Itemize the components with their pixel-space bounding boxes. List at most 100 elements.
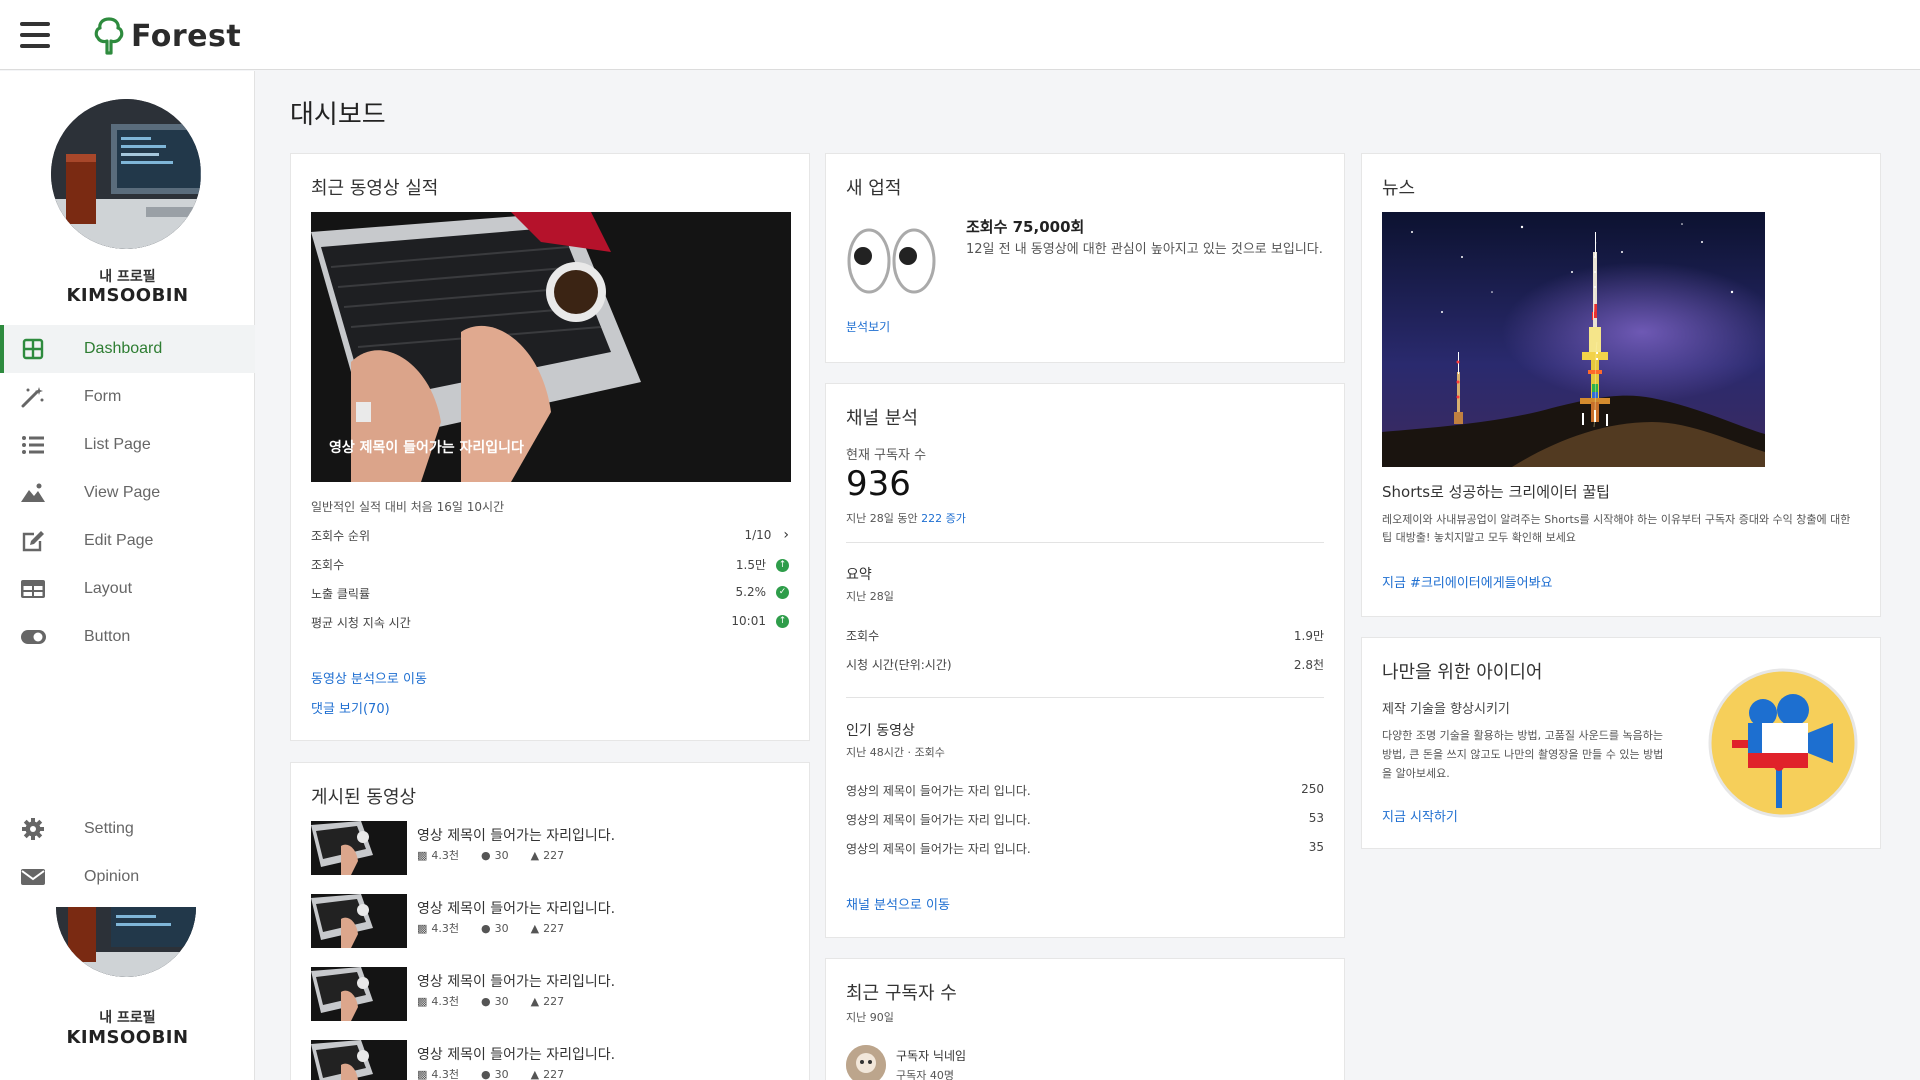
profile-name-bottom: KIMSOOBIN	[66, 1027, 189, 1048]
sidebar-item-label: Setting	[84, 820, 134, 837]
news-image[interactable]	[1382, 212, 1765, 467]
news-link[interactable]: 지금 #크리에이터에게들어봐요	[1382, 572, 1553, 591]
stat-label: 노출 클릭률	[311, 587, 371, 601]
row-label: 영상의 제목이 들어가는 자리 입니다.	[846, 784, 1031, 798]
analytics-link[interactable]: 분석보기	[846, 318, 890, 335]
views-count: 4.3천	[431, 1068, 460, 1080]
row-value: 2.8천	[1293, 658, 1324, 672]
row-label: 영상의 제목이 들어가는 자리 입니다.	[846, 842, 1031, 856]
comment-icon: ●	[481, 994, 491, 1008]
sidebar-item-label: Edit Page	[84, 532, 154, 549]
avatar[interactable]	[51, 99, 201, 249]
stat-row: 노출 클릭률 5.2% ✓	[311, 585, 789, 602]
divider	[846, 542, 1324, 543]
stat-value: 5.2%	[735, 585, 767, 599]
subscriber-name[interactable]: 구독자 닉네임	[896, 1047, 966, 1064]
sidebar-item-view-page[interactable]: View Page	[0, 469, 255, 517]
main-nav: Dashboard Form List Page View Page Edit …	[0, 325, 255, 661]
sidebar-item-list-page[interactable]: List Page	[0, 421, 255, 469]
card-title: 최근 동영상 실적	[311, 178, 439, 199]
sidebar-item-layout[interactable]: Layout	[0, 565, 255, 613]
bar-chart-icon: ▩	[417, 994, 428, 1008]
video-meta: ▩ 4.3천 ● 30 ▲ 227	[417, 1066, 564, 1080]
edit-icon	[22, 531, 44, 552]
sidebar-item-form[interactable]: Form	[0, 373, 255, 421]
stat-value: 10:01	[731, 614, 766, 628]
achievement-headline: 조회수 75,000회	[966, 218, 1085, 236]
video-thumbnail[interactable]: 영상 제목이 들어가는 자리입니다	[311, 212, 791, 482]
row-value: 250	[1301, 782, 1324, 796]
arrow-up-icon: ↑	[776, 615, 789, 628]
channel-analytics-card: 채널 분석 현재 구독자 수 936 지난 28일 동안 222 증가 요약 지…	[825, 383, 1345, 938]
stat-label: 평균 시청 지속 시간	[311, 616, 411, 630]
video-thumb	[311, 821, 407, 875]
news-card: 뉴스 Shorts로 성공하는 크리에이터 꿀팁 레오제이와 사내뷰공업이 알려…	[1361, 153, 1881, 617]
stat-row[interactable]: 조회수 순위 1/10 ›	[311, 527, 789, 544]
likes-count: 227	[543, 994, 565, 1008]
view-comments-link[interactable]: 댓글 보기(70)	[311, 698, 390, 717]
video-caption: 영상 제목이 들어가는 자리입니다	[329, 440, 524, 456]
top-bar: Forest	[0, 0, 1920, 70]
list-icon	[22, 436, 44, 454]
performance-summary: 일반적인 실적 대비 처음 16일 10시간	[311, 500, 505, 514]
summary-row: 시청 시간(단위:시간) 2.8천	[846, 656, 1324, 673]
sidebar-item-dashboard[interactable]: Dashboard	[0, 325, 255, 373]
eyes-icon	[847, 228, 936, 294]
arrow-up-icon: ↑	[776, 559, 789, 572]
video-title: 영상 제목이 들어가는 자리입니다.	[417, 901, 616, 917]
card-title: 채널 분석	[846, 408, 918, 429]
app-name: Forest	[131, 18, 242, 54]
card-title: 새 업적	[846, 178, 902, 199]
published-videos-card: 게시된 동영상 영상 제목이 들어가는 자리입니다. ▩ 4.3천 ● 30 ▲ 22…	[290, 762, 810, 1080]
card-title: 게시된 동영상	[311, 787, 417, 808]
summary-period: 지난 28일	[846, 590, 894, 603]
subscriber-avatar[interactable]	[846, 1045, 886, 1080]
thumbs-up-icon: ▲	[530, 921, 540, 935]
channel-analytics-link[interactable]: 채널 분석으로 이동	[846, 894, 950, 913]
popular-title: 인기 동영상	[846, 723, 915, 739]
recent-performance-card: 최근 동영상 실적 영상 제목이 들어가는 자리입니다 일반적인 실적 대비 처…	[290, 153, 810, 741]
popular-period: 지난 48시간 · 조회수	[846, 746, 945, 759]
thumbs-up-icon: ▲	[530, 994, 540, 1008]
sidebar-item-opinion[interactable]: Opinion	[0, 853, 255, 901]
toggle-icon	[21, 630, 46, 644]
landscape-icon	[21, 483, 45, 502]
idea-body: 다양한 조명 기술을 활용하는 방법, 고품질 사운드를 녹음하는 방법, 큰 …	[1382, 729, 1664, 780]
bar-chart-icon: ▩	[417, 848, 428, 862]
idea-subtitle: 제작 기술을 향상시키기	[1382, 702, 1510, 717]
video-analytics-link[interactable]: 동영상 분석으로 이동	[311, 668, 427, 687]
envelope-icon	[21, 869, 45, 885]
movie-camera-icon	[1708, 668, 1858, 818]
popular-row[interactable]: 영상의 제목이 들어가는 자리 입니다. 35	[846, 840, 1324, 857]
popular-row[interactable]: 영상의 제목이 들어가는 자리 입니다. 53	[846, 811, 1324, 828]
magic-wand-icon	[21, 387, 44, 408]
bar-chart-icon: ▩	[417, 1067, 428, 1080]
video-title: 영상 제목이 들어가는 자리입니다.	[417, 1047, 616, 1063]
check-icon: ✓	[776, 586, 789, 599]
likes-count: 227	[543, 921, 565, 935]
stat-label: 조회수	[311, 558, 345, 572]
likes-count: 227	[543, 848, 565, 862]
app-logo[interactable]: Forest	[93, 16, 241, 56]
popular-row[interactable]: 영상의 제목이 들어가는 자리 입니다. 250	[846, 782, 1324, 799]
sidebar-item-setting[interactable]: Setting	[0, 805, 255, 853]
sidebar-item-label: Button	[84, 628, 131, 645]
tree-logo-icon	[94, 17, 124, 55]
bar-chart-icon: ▩	[417, 921, 428, 935]
sidebar-item-button[interactable]: Button	[0, 613, 255, 661]
sidebar-item-edit-page[interactable]: Edit Page	[0, 517, 255, 565]
sidebar-item-label: View Page	[84, 484, 161, 501]
card-title: 뉴스	[1382, 178, 1416, 199]
hamburger-menu-icon[interactable]	[20, 22, 50, 48]
row-label: 영상의 제목이 들어가는 자리 입니다.	[846, 813, 1031, 827]
avatar-bottom[interactable]	[56, 907, 196, 977]
row-label: 조회수	[846, 629, 880, 643]
thumbs-up-icon: ▲	[530, 1067, 540, 1080]
comments-count: 30	[494, 994, 509, 1008]
video-thumb	[311, 1040, 407, 1080]
comments-count: 30	[494, 1067, 509, 1080]
idea-start-link[interactable]: 지금 시작하기	[1382, 806, 1458, 825]
row-value: 35	[1308, 840, 1324, 854]
thumbs-up-icon: ▲	[530, 848, 540, 862]
news-headline[interactable]: Shorts로 성공하는 크리에이터 꿀팁	[1382, 481, 1610, 502]
